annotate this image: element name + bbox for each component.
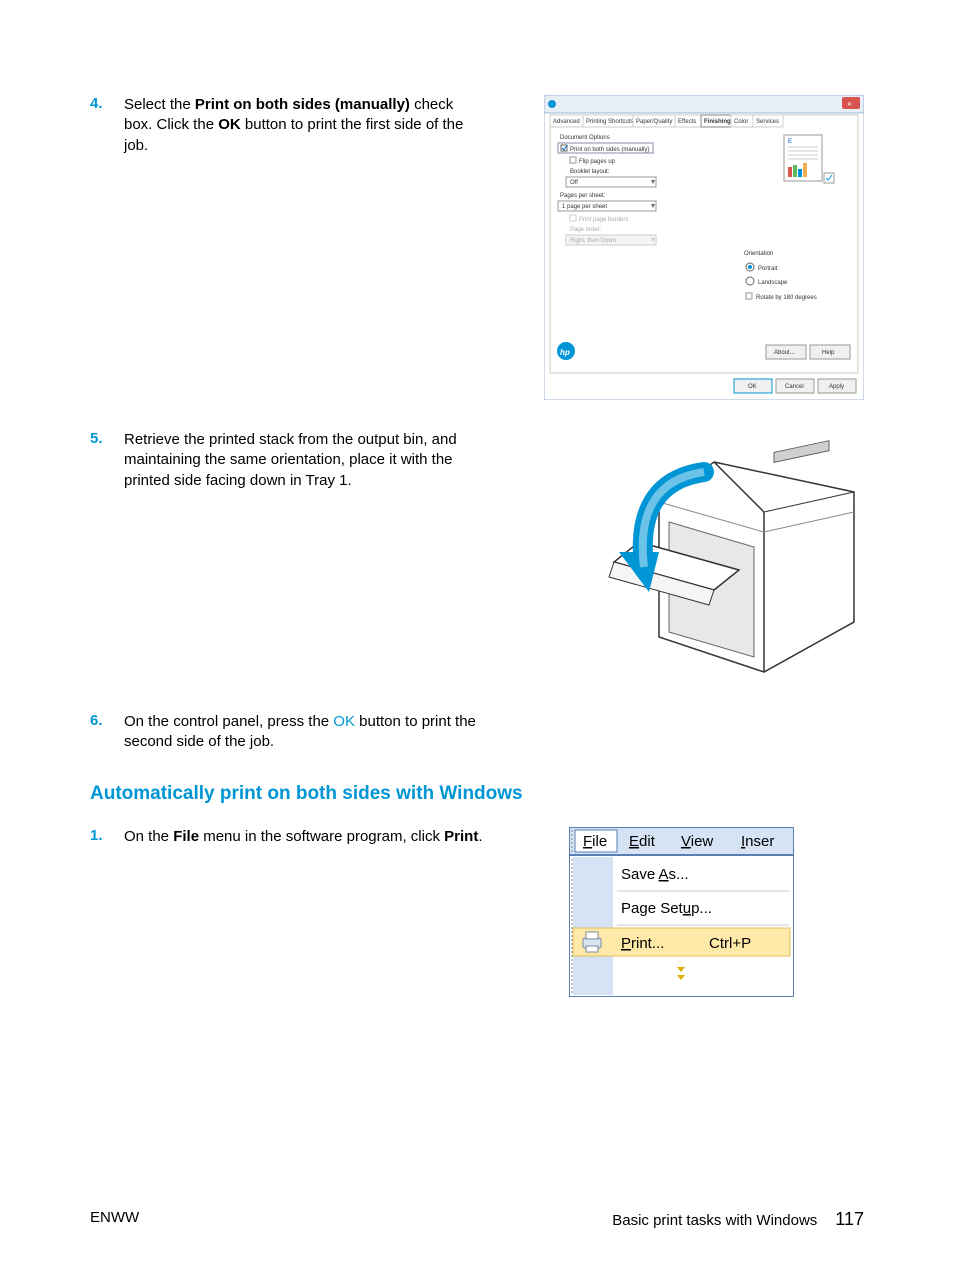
footer-right: Basic print tasks with Windows117 xyxy=(612,1209,864,1230)
svg-text:Finishing: Finishing xyxy=(704,119,731,125)
svg-text:About...: About... xyxy=(774,350,795,356)
dialog-figure: ✕ Advanced Printing Shortcuts Paper/Qual… xyxy=(484,95,864,400)
svg-text:Paper/Quality: Paper/Quality xyxy=(636,119,672,125)
step-number: 1. xyxy=(90,827,124,844)
svg-text:File: File xyxy=(583,833,607,850)
step-number: 4. xyxy=(90,95,124,112)
svg-text:Save As...: Save As... xyxy=(621,866,689,883)
step-number: 6. xyxy=(90,712,124,729)
page-footer: ENWW Basic print tasks with Windows117 xyxy=(90,1209,864,1230)
svg-text:Apply: Apply xyxy=(829,384,844,390)
step-text: Select the Print on both sides (manually… xyxy=(124,95,484,156)
svg-text:Print...: Print... xyxy=(621,935,664,952)
svg-text:Color: Color xyxy=(734,119,748,125)
svg-text:Landscape: Landscape xyxy=(758,280,788,286)
print-dialog-svg: ✕ Advanced Printing Shortcuts Paper/Qual… xyxy=(544,95,864,400)
svg-text:OK: OK xyxy=(748,384,757,390)
step-6: 6. On the control panel, press the OK bu… xyxy=(90,712,864,753)
svg-text:1 page per sheet: 1 page per sheet xyxy=(562,204,607,210)
svg-text:E: E xyxy=(788,139,792,145)
step-4: 4. Select the Print on both sides (manua… xyxy=(90,95,864,400)
svg-text:Rotate by 180 degrees: Rotate by 180 degrees xyxy=(756,295,817,301)
step-number: 5. xyxy=(90,430,124,447)
svg-text:✕: ✕ xyxy=(847,102,852,108)
section-heading: Automatically print on both sides with W… xyxy=(90,783,864,805)
svg-text:Orientation: Orientation xyxy=(744,251,773,257)
svg-text:Advanced: Advanced xyxy=(553,119,580,125)
svg-text:Print page borders: Print page borders xyxy=(579,217,628,223)
step-text: On the control panel, press the OK butto… xyxy=(124,712,484,753)
svg-text:Cancel: Cancel xyxy=(785,384,804,390)
step-1: 1. On the File menu in the software prog… xyxy=(90,827,864,997)
svg-text:Portrait: Portrait xyxy=(758,266,778,272)
svg-text:View: View xyxy=(681,833,713,850)
step-text: Retrieve the printed stack from the outp… xyxy=(124,430,484,491)
printer-figure xyxy=(484,430,864,682)
svg-text:Effects: Effects xyxy=(678,119,696,125)
svg-text:Page Setup...: Page Setup... xyxy=(621,900,712,917)
svg-text:Services: Services xyxy=(756,119,779,125)
svg-text:hp: hp xyxy=(560,348,570,357)
svg-text:Printing Shortcuts: Printing Shortcuts xyxy=(586,119,633,125)
step-text: On the File menu in the software program… xyxy=(124,827,484,847)
file-menu-svg: File Edit View Inser Save As... Page Set… xyxy=(569,827,794,997)
step-5: 5. Retrieve the printed stack from the o… xyxy=(90,430,864,682)
svg-text:Pages per sheet:: Pages per sheet: xyxy=(560,193,606,199)
svg-text:Ctrl+P: Ctrl+P xyxy=(709,935,751,952)
menu-figure: File Edit View Inser Save As... Page Set… xyxy=(484,827,864,997)
printer-svg xyxy=(564,422,864,682)
svg-text:Page order:: Page order: xyxy=(570,227,602,233)
svg-text:Inser: Inser xyxy=(741,833,774,850)
svg-text:Print on both sides (manually): Print on both sides (manually) xyxy=(570,147,649,153)
svg-text:Help: Help xyxy=(822,350,835,356)
svg-text:Right, then Down: Right, then Down xyxy=(570,238,616,244)
svg-text:Document Options: Document Options xyxy=(560,135,610,141)
svg-text:Flip pages up: Flip pages up xyxy=(579,159,616,165)
svg-text:Edit: Edit xyxy=(629,833,656,850)
footer-left: ENWW xyxy=(90,1209,139,1230)
svg-text:Off: Off xyxy=(570,180,578,186)
page-content: 4. Select the Print on both sides (manua… xyxy=(0,0,954,1087)
svg-text:Booklet layout:: Booklet layout: xyxy=(570,169,610,175)
